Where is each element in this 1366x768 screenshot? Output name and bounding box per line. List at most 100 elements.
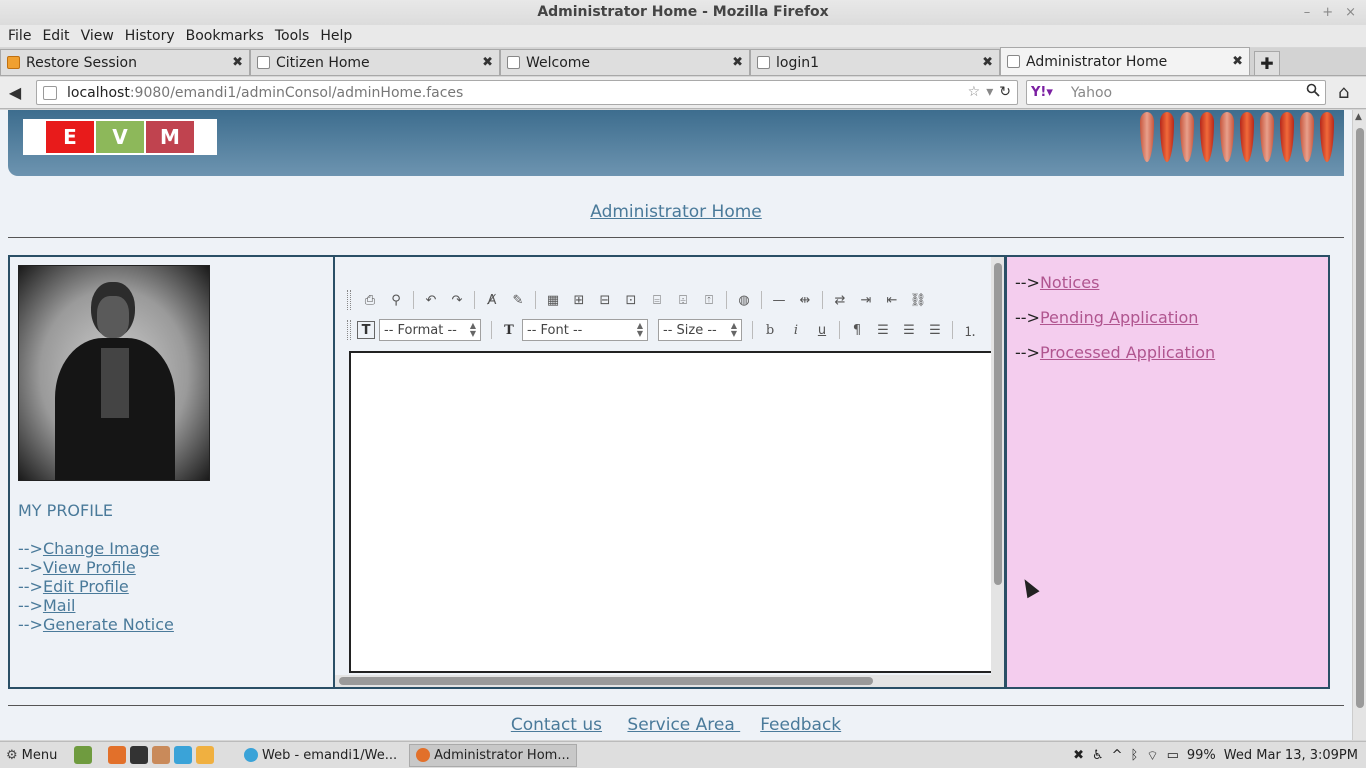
tab-administrator-home[interactable]: Administrator Home ✖ [1000, 47, 1250, 75]
network-icon[interactable]: ⌔ [1146, 748, 1158, 764]
clock[interactable]: Wed Mar 13, 3:09PM [1224, 748, 1358, 763]
outdent-icon[interactable]: ⇤ [879, 289, 905, 311]
align-right-icon[interactable]: ☰ [922, 319, 948, 341]
firefox-icon[interactable] [108, 746, 126, 764]
menu-bookmarks[interactable]: Bookmarks [182, 28, 268, 44]
contact-us-link[interactable]: Contact us [511, 715, 602, 735]
text-editor-icon[interactable] [152, 746, 170, 764]
app-icon[interactable] [196, 746, 214, 764]
bold-button[interactable]: b [757, 319, 783, 341]
tab-close-icon[interactable]: ✖ [482, 55, 493, 70]
tab-close-icon[interactable]: ✖ [982, 55, 993, 70]
tab-close-icon[interactable]: ✖ [1232, 54, 1243, 69]
close-x-icon[interactable]: ✖ [1073, 748, 1084, 763]
format-select[interactable]: -- Format -- ▲ ▼ [379, 319, 481, 341]
tab-restore-session[interactable]: Restore Session ✖ [0, 49, 250, 75]
bluetooth-icon[interactable]: ᛒ [1131, 748, 1139, 763]
new-tab-button[interactable]: ✚ [1254, 51, 1280, 75]
insert-row-icon[interactable]: ⊞ [566, 289, 592, 311]
toolbar-handle[interactable] [347, 320, 351, 340]
delete-row-icon[interactable]: ⌹ [670, 289, 696, 311]
tab-close-icon[interactable]: ✖ [732, 55, 743, 70]
size-select[interactable]: -- Size -- ▲ ▼ [658, 319, 742, 341]
scroll-thumb[interactable] [994, 263, 1002, 585]
find-replace-icon[interactable]: ⚲ [383, 289, 409, 311]
service-area-link[interactable]: Service Area [627, 715, 740, 735]
table-icon[interactable]: ▦ [540, 289, 566, 311]
tab-welcome[interactable]: Welcome ✖ [500, 49, 750, 75]
pending-application-link[interactable]: Pending Application [1040, 308, 1198, 327]
menu-edit[interactable]: Edit [38, 28, 73, 44]
close-window-button[interactable]: × [1345, 0, 1356, 25]
italic-button[interactable]: i [783, 319, 809, 341]
feedback-link[interactable]: Feedback [760, 715, 841, 735]
page-break-icon[interactable]: ⇹ [792, 289, 818, 311]
maximize-button[interactable]: + [1322, 0, 1333, 25]
delete-column-icon[interactable]: ⍐ [696, 289, 722, 311]
editor-vertical-scrollbar[interactable] [991, 257, 1004, 675]
text-style-icon[interactable]: T [357, 321, 375, 339]
menu-view[interactable]: View [77, 28, 118, 44]
generate-notice-link[interactable]: Generate Notice [43, 615, 174, 634]
insert-column-icon[interactable]: ⊟ [592, 289, 618, 311]
tab-login1[interactable]: login1 ✖ [750, 49, 1000, 75]
link-globe-icon[interactable]: ◍ [731, 289, 757, 311]
align-center-icon[interactable]: ☰ [896, 319, 922, 341]
editor-text-area[interactable] [349, 351, 991, 673]
url-bar[interactable]: localhost:9080/emandi1/adminConsol/admin… [36, 80, 1018, 105]
tab-citizen-home[interactable]: Citizen Home ✖ [250, 49, 500, 75]
scroll-thumb[interactable] [1356, 128, 1364, 708]
unlink-icon[interactable]: ⛓ [905, 289, 931, 311]
redo-icon[interactable]: ↷ [444, 289, 470, 311]
view-profile-link[interactable]: View Profile [43, 558, 136, 577]
terminal-icon[interactable] [130, 746, 148, 764]
accessibility-icon[interactable]: ♿ [1092, 748, 1104, 763]
start-menu-button[interactable]: ⚙ Menu [0, 748, 70, 763]
remove-format-icon[interactable]: A̸ [479, 289, 505, 311]
change-image-link[interactable]: Change Image [43, 539, 159, 558]
menu-history[interactable]: History [121, 28, 179, 44]
bookmark-star-icon[interactable]: ☆ [968, 84, 981, 100]
undo-icon[interactable]: ↶ [418, 289, 444, 311]
font-select[interactable]: -- Font -- ▲ ▼ [522, 319, 648, 341]
cleanup-icon[interactable]: ✎ [505, 289, 531, 311]
horizontal-rule-icon[interactable]: — [766, 289, 792, 311]
processed-application-link[interactable]: Processed Application [1040, 343, 1215, 362]
paragraph-icon[interactable]: ¶ [844, 319, 870, 341]
table-props-icon[interactable]: ⌸ [644, 289, 670, 311]
minimize-button[interactable]: – [1304, 0, 1311, 25]
scroll-thumb[interactable] [339, 677, 873, 685]
reload-icon[interactable]: ↻ [999, 84, 1011, 100]
menu-help[interactable]: Help [316, 28, 356, 44]
mail-link[interactable]: Mail [43, 596, 76, 615]
search-icon[interactable] [1306, 83, 1320, 101]
taskbar-item-firefox[interactable]: Administrator Hom... [409, 743, 577, 767]
align-left-icon[interactable]: ☰ [870, 319, 896, 341]
editor-horizontal-scrollbar[interactable] [335, 675, 1004, 687]
edit-profile-link[interactable]: Edit Profile [43, 577, 129, 596]
page-vertical-scrollbar[interactable]: ▲ [1352, 110, 1366, 740]
taskbar-item-web[interactable]: Web - emandi1/We... [238, 744, 403, 767]
notices-link[interactable]: Notices [1040, 273, 1099, 292]
site-identity-icon[interactable] [43, 85, 57, 100]
merge-cells-icon[interactable]: ⊡ [618, 289, 644, 311]
browser-icon[interactable] [174, 746, 192, 764]
ordered-list-icon[interactable]: ⒈ [957, 319, 983, 341]
file-manager-icon[interactable] [74, 746, 92, 764]
battery-icon[interactable]: ▭ [1167, 748, 1179, 763]
menu-tools[interactable]: Tools [271, 28, 314, 44]
scroll-up-icon[interactable]: ▲ [1355, 112, 1362, 122]
history-dropdown-icon[interactable]: ▾ [986, 84, 993, 100]
home-icon[interactable]: ⌂ [1338, 82, 1349, 103]
toggle-html-icon[interactable]: ⇄ [827, 289, 853, 311]
back-arrow-icon[interactable]: ◀ [0, 83, 30, 102]
tab-close-icon[interactable]: ✖ [232, 55, 243, 70]
underline-button[interactable]: u [809, 319, 835, 341]
yahoo-engine-icon[interactable]: Y!▾ [1031, 85, 1053, 100]
font-icon[interactable]: T [496, 319, 522, 341]
search-bar[interactable]: Y!▾ Yahoo [1026, 80, 1326, 105]
indent-icon[interactable]: ⇥ [853, 289, 879, 311]
print-icon[interactable]: ⎙ [357, 289, 383, 311]
menu-file[interactable]: File [4, 28, 35, 44]
administrator-home-link[interactable]: Administrator Home [590, 202, 762, 222]
